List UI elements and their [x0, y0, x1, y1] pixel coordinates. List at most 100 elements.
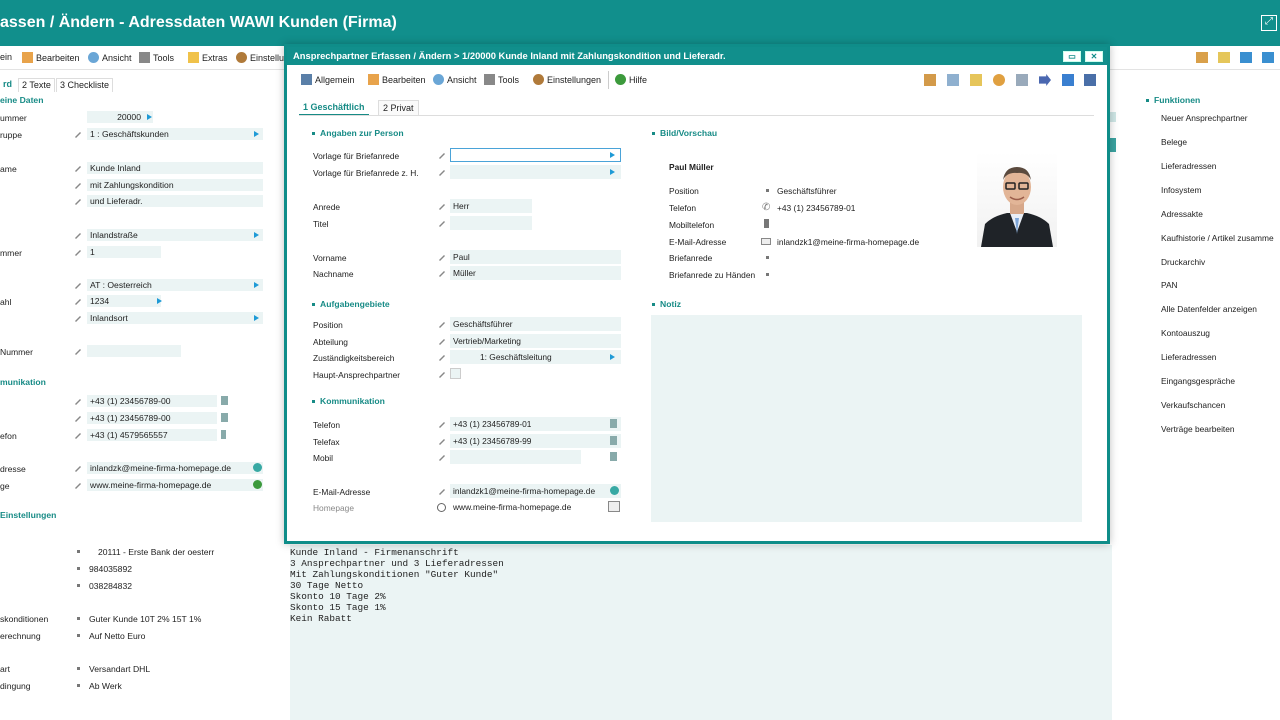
function-item[interactable]: Kaufhistorie / Artikel zusamme	[1161, 233, 1274, 243]
pencil-icon[interactable]	[970, 74, 982, 86]
function-item[interactable]: Lieferadressen	[1161, 161, 1216, 171]
pencil-icon[interactable]	[438, 337, 446, 345]
pencil-icon[interactable]	[438, 253, 446, 261]
name3-field[interactable]: und Lieferadr.	[87, 195, 263, 207]
toolbar-item-tools[interactable]: Tools	[484, 74, 519, 87]
tab-adresse[interactable]: rd	[0, 78, 15, 92]
note-icon[interactable]	[947, 74, 959, 86]
print-icon[interactable]	[1016, 74, 1028, 86]
kundengruppe-field[interactable]: 1 : Geschäftskunden	[87, 128, 263, 140]
expand-icon[interactable]: ⤢	[1261, 15, 1277, 31]
nummer-field[interactable]	[87, 345, 181, 357]
fax-icon[interactable]	[221, 413, 228, 422]
abteilung-field[interactable]: Vertrieb/Marketing	[450, 334, 621, 348]
mail-icon[interactable]	[761, 238, 771, 245]
function-item[interactable]: Verträge bearbeiten	[1161, 424, 1235, 434]
toolbar-item-einstellungen[interactable]: Einstellu	[236, 52, 284, 65]
homepage-field[interactable]: www.meine-firma-homepage.de	[87, 479, 263, 491]
arrow-icon[interactable]	[610, 169, 615, 175]
nachname-field[interactable]: Müller	[450, 266, 621, 280]
ort-field[interactable]: Inlandsort	[87, 312, 263, 324]
export-icon[interactable]	[1240, 52, 1252, 63]
email-field[interactable]: inlandzk@meine-firma-homepage.de	[87, 462, 263, 474]
pencil-icon[interactable]	[74, 347, 82, 355]
function-item[interactable]: Kontoauszug	[1161, 328, 1210, 338]
function-item[interactable]: PAN	[1161, 280, 1178, 290]
telefax-field[interactable]: +43 (1) 23456789-00	[87, 412, 217, 424]
function-item[interactable]: Infosystem	[1161, 185, 1202, 195]
telefon-field[interactable]: +43 (1) 23456789-01	[450, 417, 621, 431]
pencil-icon[interactable]	[74, 130, 82, 138]
toolbar-item-bearbeiten[interactable]: Bearbeiten	[22, 52, 80, 65]
function-item[interactable]: Alle Datenfelder anzeigen	[1161, 304, 1257, 314]
pencil-icon[interactable]	[74, 464, 82, 472]
pencil-icon[interactable]	[438, 320, 446, 328]
pencil-icon[interactable]	[1218, 52, 1230, 63]
globe-icon[interactable]	[253, 480, 262, 489]
pencil-icon[interactable]	[74, 481, 82, 489]
close-icon[interactable]: ✕	[1085, 51, 1103, 62]
save-icon[interactable]	[1084, 74, 1096, 86]
toolbar-item-allgemein[interactable]: Allgemein	[301, 74, 355, 87]
pencil-icon[interactable]	[74, 281, 82, 289]
scroll-marker[interactable]	[1110, 138, 1116, 152]
pencil-icon[interactable]	[438, 151, 446, 159]
tab-geschaeftlich[interactable]: 1 Geschäftlich	[299, 100, 369, 116]
function-item[interactable]: Lieferadressen	[1161, 352, 1216, 362]
email-send-icon[interactable]	[610, 486, 619, 495]
function-item[interactable]: Verkaufschancen	[1161, 400, 1225, 410]
mobile-icon[interactable]	[221, 430, 226, 439]
briefanrede-zh-select[interactable]	[450, 165, 621, 179]
tab-privat[interactable]: 2 Privat	[378, 100, 419, 116]
kundennummer-field[interactable]: 20000	[87, 111, 153, 123]
pencil-icon[interactable]	[438, 269, 446, 277]
pencil-icon[interactable]	[438, 353, 446, 361]
name1-field[interactable]: Kunde Inland	[87, 162, 263, 174]
anrede-field[interactable]: Herr	[450, 199, 532, 213]
vorname-field[interactable]: Paul	[450, 250, 621, 264]
arrow-icon[interactable]	[610, 354, 615, 360]
pencil-icon[interactable]	[438, 219, 446, 227]
search-icon[interactable]	[993, 74, 1005, 86]
function-item[interactable]: Neuer Ansprechpartner	[1161, 113, 1248, 123]
toolbar-item-ansicht[interactable]: Ansicht	[433, 74, 477, 87]
copy-icon[interactable]	[924, 74, 936, 86]
pencil-icon[interactable]	[438, 487, 446, 495]
pencil-icon[interactable]	[74, 397, 82, 405]
toolbar-item-bearbeiten[interactable]: Bearbeiten	[368, 74, 426, 87]
arrow-icon[interactable]	[157, 298, 162, 304]
position-field[interactable]: Geschäftsführer	[450, 317, 621, 331]
pencil-icon[interactable]	[438, 420, 446, 428]
function-item[interactable]: Druckarchiv	[1161, 257, 1205, 267]
pencil-icon[interactable]	[74, 197, 82, 205]
toolbar-item-einstellungen[interactable]: Einstellungen	[533, 74, 601, 87]
briefanrede-select[interactable]	[450, 148, 621, 162]
land-field[interactable]: AT : Oesterreich	[87, 279, 263, 291]
strasse-field[interactable]: Inlandstraße	[87, 229, 263, 241]
arrow-icon[interactable]	[147, 114, 152, 120]
toolbar-item-tools[interactable]: Tools	[139, 52, 174, 65]
pencil-icon[interactable]	[438, 168, 446, 176]
toolbar-item-hilfe[interactable]: Hilfe	[615, 74, 647, 87]
pencil-icon[interactable]	[438, 437, 446, 445]
pencil-icon[interactable]	[74, 297, 82, 305]
name2-field[interactable]: mit Zahlungskondition	[87, 179, 263, 191]
phone-icon[interactable]: ✆	[762, 202, 770, 213]
plz-field[interactable]: 1234	[87, 295, 161, 307]
pencil-icon[interactable]	[74, 414, 82, 422]
pencil-icon[interactable]	[74, 181, 82, 189]
phone-icon[interactable]	[221, 396, 228, 405]
telefon-field[interactable]: +43 (1) 23456789-00	[87, 395, 217, 407]
pencil-icon[interactable]	[74, 164, 82, 172]
address-icon[interactable]	[1196, 52, 1208, 63]
email-send-icon[interactable]	[253, 463, 262, 472]
tab-texte[interactable]: 2 Texte	[18, 78, 55, 92]
pencil-icon[interactable]	[74, 231, 82, 239]
pencil-icon[interactable]	[74, 431, 82, 439]
notes-text[interactable]: Kunde Inland - Firmenanschrift 3 Ansprec…	[290, 545, 1130, 720]
pencil-icon[interactable]	[438, 370, 446, 378]
hausnummer-field[interactable]: 1	[87, 246, 161, 258]
toolbar-item-allgemein[interactable]: ein	[0, 52, 12, 65]
email-field[interactable]: inlandzk1@meine-firma-homepage.de	[450, 484, 621, 498]
arrow-icon[interactable]	[254, 232, 259, 238]
